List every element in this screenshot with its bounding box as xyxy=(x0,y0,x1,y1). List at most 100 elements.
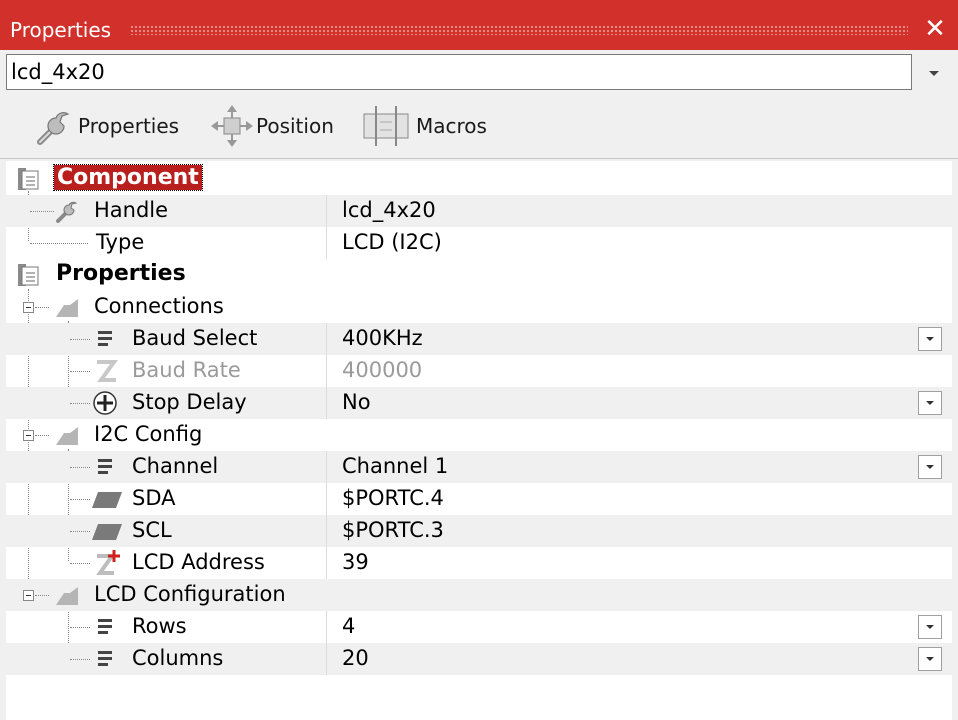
property-row-stop-delay[interactable]: Stop Delay No xyxy=(6,387,952,419)
macro-chip-icon xyxy=(363,106,409,146)
category-component[interactable]: Component xyxy=(6,163,952,195)
property-name: Baud Select xyxy=(132,326,258,350)
column-divider xyxy=(326,355,327,387)
property-value[interactable]: $PORTC.3 xyxy=(342,518,444,542)
property-name: Channel xyxy=(132,454,219,478)
tree-line xyxy=(35,307,49,308)
property-value[interactable]: lcd_4x20 xyxy=(342,198,436,222)
property-value[interactable]: LCD (I2C) xyxy=(342,230,442,254)
list-icon xyxy=(98,459,112,474)
column-divider xyxy=(326,547,327,579)
folder-wrench-icon xyxy=(56,427,78,445)
list-icon xyxy=(98,619,112,634)
tree-line xyxy=(70,499,90,500)
property-name: Baud Rate xyxy=(132,358,241,382)
property-name: SDA xyxy=(132,486,176,510)
component-selector[interactable]: lcd_4x20 xyxy=(6,54,912,90)
wrench-icon xyxy=(37,112,70,145)
dropdown-button[interactable] xyxy=(918,615,942,639)
dropdown-button[interactable] xyxy=(918,391,942,415)
property-row-channel[interactable]: Channel Channel 1 xyxy=(6,451,952,483)
column-divider xyxy=(326,387,327,419)
property-row-type[interactable]: Type LCD (I2C) xyxy=(6,227,952,259)
property-value[interactable]: No xyxy=(342,390,371,414)
property-row-scl[interactable]: SCL $PORTC.3 xyxy=(6,515,952,547)
property-row-sda[interactable]: SDA $PORTC.4 xyxy=(6,483,952,515)
pin-icon xyxy=(92,492,122,508)
tree-line xyxy=(35,435,49,436)
category-icon xyxy=(18,264,39,286)
title-grip xyxy=(130,25,908,35)
property-value[interactable]: 39 xyxy=(342,550,369,574)
property-name: Rows xyxy=(132,614,187,638)
tree-line xyxy=(70,339,90,340)
group-lcd-configuration[interactable]: LCD Configuration xyxy=(6,579,952,611)
property-name: SCL xyxy=(132,518,172,542)
tree-line xyxy=(30,243,88,244)
tree-line xyxy=(70,563,90,564)
column-divider xyxy=(326,643,327,675)
category-properties[interactable]: Properties xyxy=(6,259,952,291)
property-grid: Component Handle lcd_4x20 Type LCD (I2C)… xyxy=(6,161,952,720)
group-name: LCD Configuration xyxy=(94,582,286,606)
property-row-lcd-address[interactable]: LCD Address 39 xyxy=(6,547,952,579)
collapse-icon[interactable] xyxy=(23,302,34,313)
property-value: 400000 xyxy=(342,358,423,382)
integer-z-plus-icon xyxy=(96,550,120,575)
column-divider xyxy=(326,227,327,259)
toolbar: Properties Position Macros xyxy=(0,96,958,159)
title-bar: Properties ✕ xyxy=(0,0,958,50)
property-row-baud-rate[interactable]: Baud Rate 400000 xyxy=(6,355,952,387)
column-divider xyxy=(326,515,327,547)
group-connections[interactable]: Connections xyxy=(6,291,952,323)
property-row-baud-select[interactable]: Baud Select 400KHz xyxy=(6,323,952,355)
position-tab-label: Position xyxy=(256,114,334,138)
list-icon xyxy=(98,331,112,346)
properties-tab-button[interactable]: Properties xyxy=(34,102,179,150)
column-divider xyxy=(326,195,327,227)
collapse-icon[interactable] xyxy=(23,430,34,441)
folder-wrench-icon xyxy=(56,587,78,605)
property-value[interactable]: 4 xyxy=(342,614,355,638)
move-arrows-icon xyxy=(211,105,253,147)
tree-line xyxy=(30,211,54,212)
property-value[interactable]: Channel 1 xyxy=(342,454,448,478)
tree-line xyxy=(70,403,90,404)
property-name: Type xyxy=(96,230,145,254)
column-divider xyxy=(326,451,327,483)
property-value[interactable]: 20 xyxy=(342,646,369,670)
category-title: Component xyxy=(53,164,203,191)
property-value[interactable]: $PORTC.4 xyxy=(342,486,444,510)
position-tab-button[interactable]: Position xyxy=(208,102,334,150)
property-row-rows[interactable]: Rows 4 xyxy=(6,611,952,643)
dropdown-button[interactable] xyxy=(918,455,942,479)
folder-wrench-icon xyxy=(56,299,78,317)
boolean-plus-icon xyxy=(93,391,117,415)
category-icon xyxy=(18,168,39,190)
property-row-handle[interactable]: Handle lcd_4x20 xyxy=(6,195,952,227)
category-title: Properties xyxy=(56,261,186,286)
macros-tab-button[interactable]: Macros xyxy=(362,102,487,150)
group-name: I2C Config xyxy=(94,422,203,446)
property-row-columns[interactable]: Columns 20 xyxy=(6,643,952,675)
dropdown-button[interactable] xyxy=(918,327,942,351)
group-i2c-config[interactable]: I2C Config xyxy=(6,419,952,451)
integer-z-icon xyxy=(97,360,118,382)
list-icon xyxy=(98,651,112,666)
properties-tab-label: Properties xyxy=(78,114,180,138)
collapse-icon[interactable] xyxy=(23,590,34,601)
column-divider xyxy=(326,483,327,515)
window-title: Properties xyxy=(10,18,120,42)
tree-line xyxy=(70,627,90,628)
column-divider xyxy=(326,611,327,643)
wrench-icon xyxy=(56,201,78,223)
property-value[interactable]: 400KHz xyxy=(342,326,423,350)
tree-line xyxy=(70,371,90,372)
close-button[interactable]: ✕ xyxy=(922,16,948,42)
dropdown-button[interactable] xyxy=(918,647,942,671)
property-name: Stop Delay xyxy=(132,390,247,414)
macros-tab-label: Macros xyxy=(416,114,487,138)
component-selector-value: lcd_4x20 xyxy=(11,60,105,84)
property-name: Handle xyxy=(94,198,169,222)
component-selector-dropdown-button[interactable] xyxy=(914,56,954,90)
